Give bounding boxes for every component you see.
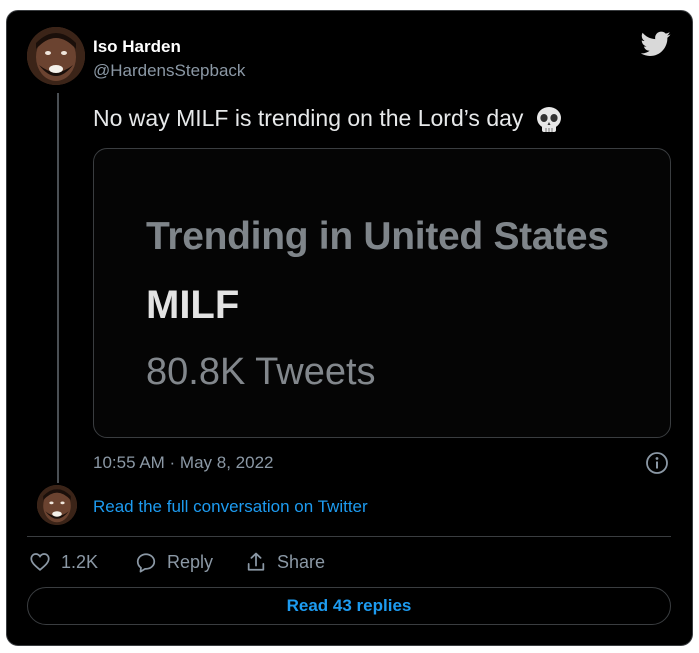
read-replies-button[interactable]: Read 43 replies	[27, 587, 671, 625]
read-conversation-link[interactable]: Read the full conversation on Twitter	[93, 497, 368, 517]
thread-line	[57, 93, 59, 483]
heart-icon	[30, 553, 50, 571]
media-topic: MILF	[146, 283, 240, 327]
reply-button[interactable]: Reply	[135, 551, 213, 573]
share-label: Share	[277, 551, 326, 572]
reply-avatar[interactable]	[37, 485, 77, 525]
media-tweet-count: 80.8K Tweets	[146, 351, 376, 393]
share-button[interactable]: Share	[245, 551, 325, 573]
info-icon[interactable]	[645, 451, 669, 475]
share-icon	[247, 552, 265, 571]
like-button[interactable]: 1.2K	[29, 551, 98, 573]
divider	[27, 536, 671, 537]
tweet-embed-card: Iso Harden @HardensStepback No way MILF …	[6, 10, 693, 646]
media-trending-label: Trending in United States	[146, 215, 609, 258]
reply-label: Reply	[167, 551, 214, 572]
twitter-bird-icon[interactable]	[641, 31, 671, 57]
author-handle[interactable]: @HardensStepback	[93, 61, 245, 81]
author-name[interactable]: Iso Harden	[93, 37, 181, 57]
tweet-text: No way MILF is trending on the Lord’s da…	[93, 103, 564, 135]
reply-icon	[136, 553, 156, 573]
media-attachment[interactable]: Trending in United States MILF 80.8K Twe…	[93, 148, 671, 438]
tweet-timestamp[interactable]: 10:55 AM · May 8, 2022	[93, 453, 274, 473]
tweet-text-body: No way MILF is trending on the Lord’s da…	[93, 105, 524, 131]
skull-icon	[536, 106, 561, 132]
author-avatar[interactable]	[27, 27, 85, 85]
like-count: 1.2K	[61, 551, 99, 572]
